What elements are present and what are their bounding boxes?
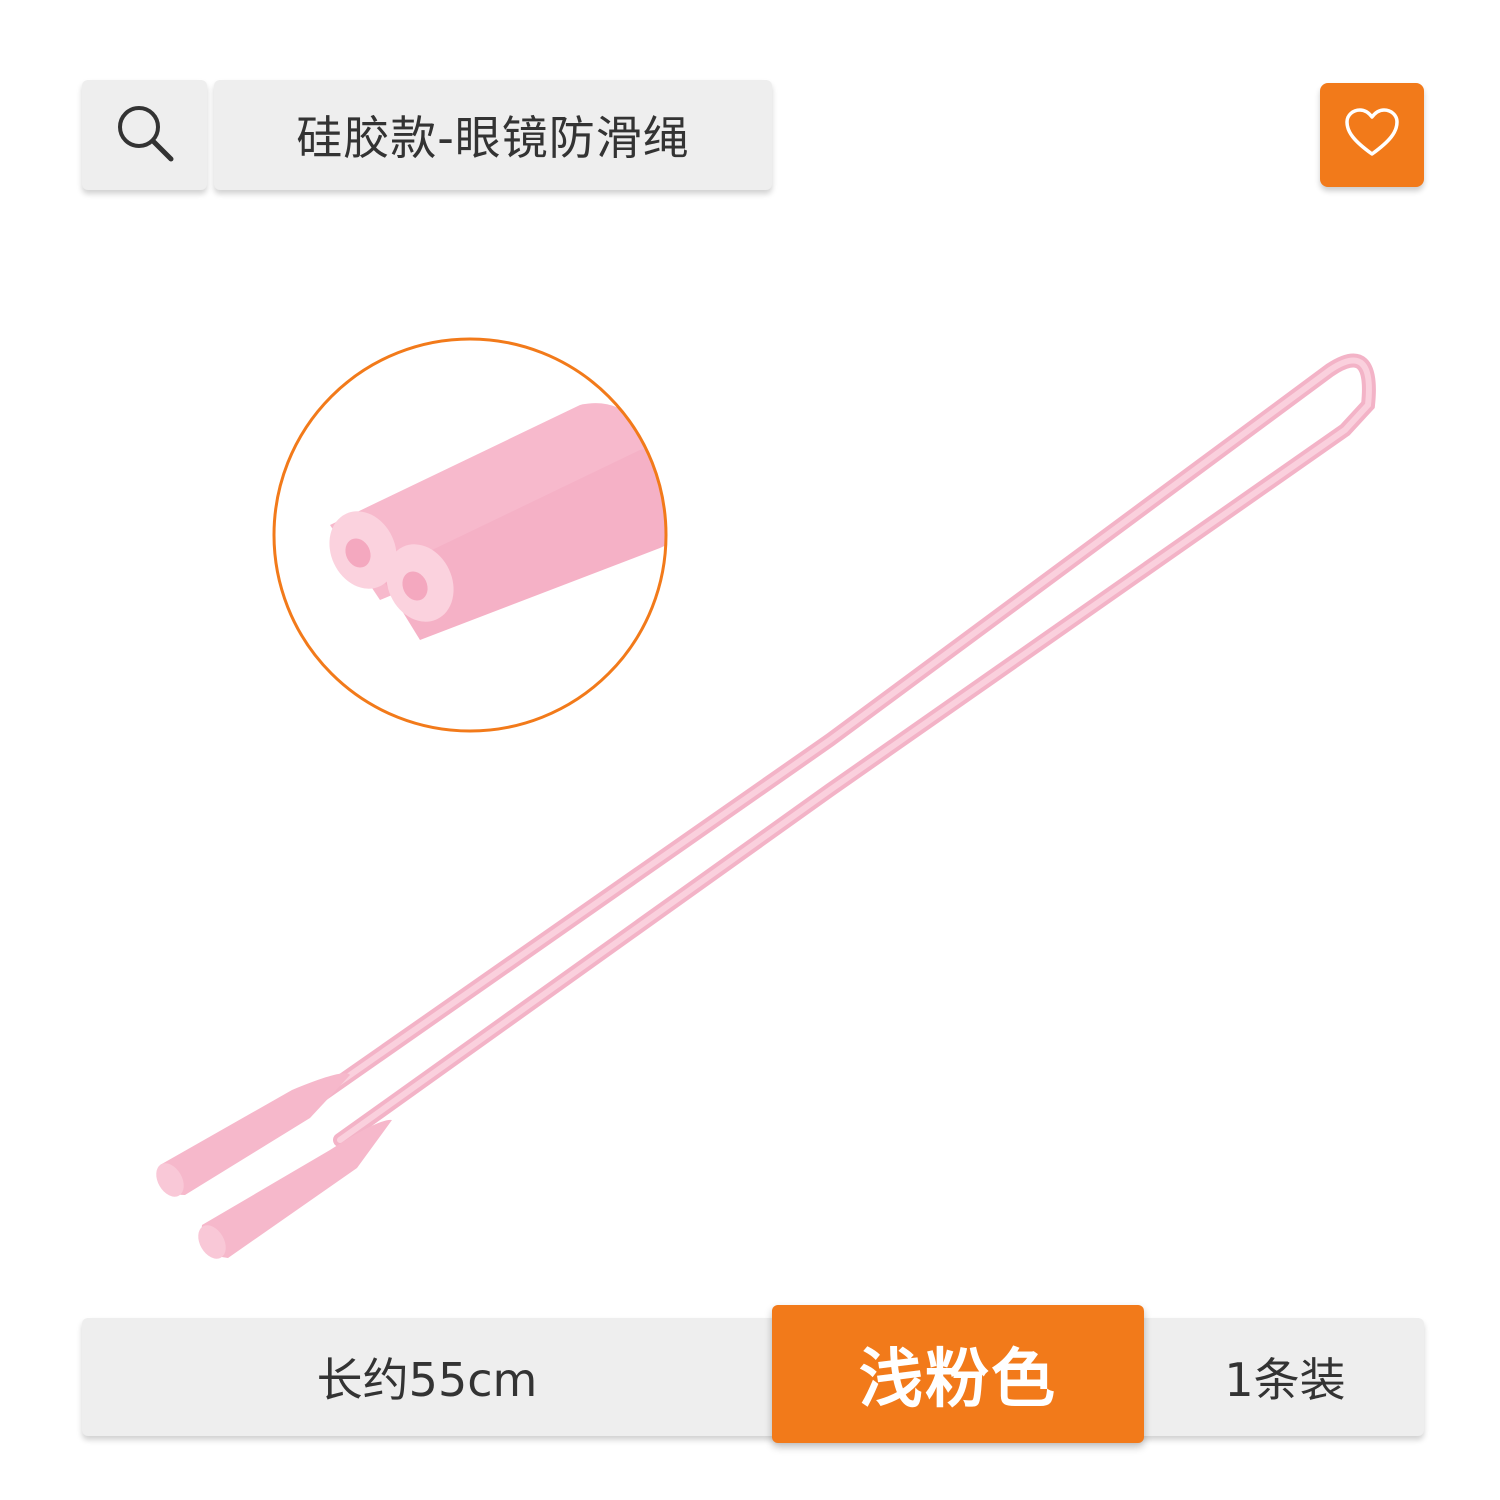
search-button[interactable]	[82, 80, 207, 190]
product-image	[156, 337, 1376, 1259]
heart-icon	[1344, 107, 1400, 163]
cord-end-tips	[156, 1073, 392, 1259]
length-label: 长约55cm	[316, 1353, 538, 1407]
zoom-detail-circle	[272, 337, 668, 733]
search-icon	[113, 101, 177, 169]
quantity-label: 1条装	[1224, 1353, 1346, 1407]
color-label: 浅粉色	[859, 1343, 1057, 1417]
product-title: 硅胶款-眼镜防滑绳	[296, 111, 690, 165]
favorite-button[interactable]	[1320, 83, 1424, 187]
color-option-button[interactable]: 浅粉色	[772, 1305, 1144, 1443]
title-bar: 硅胶款-眼镜防滑绳	[214, 80, 772, 190]
